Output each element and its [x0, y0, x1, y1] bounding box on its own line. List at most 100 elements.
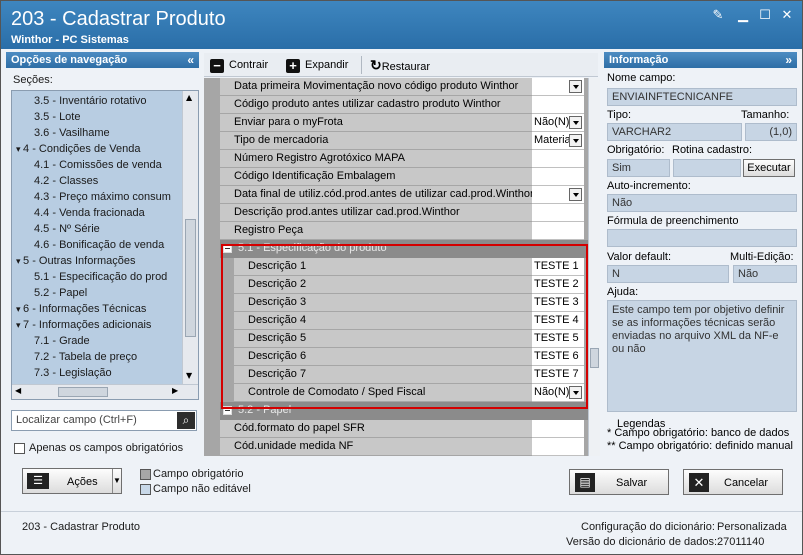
- grid-row: Data final de utiliz.cód.prod.antes de u…: [204, 186, 588, 204]
- save-label: Salvar: [616, 477, 648, 489]
- grid-row-value[interactable]: [532, 78, 584, 96]
- grid-row-value[interactable]: [532, 186, 584, 204]
- scroll-right-icon[interactable]: ▶: [172, 386, 178, 395]
- nav-tree-item[interactable]: ▾ 4 - Condições de Venda: [16, 143, 140, 155]
- nav-tree-item[interactable]: 4.5 - Nº Série: [34, 223, 100, 235]
- main-window: 203 - Cadastrar Produto Winthor - PC Sis…: [0, 0, 803, 555]
- nav-horizontal-scrollbar[interactable]: ◀ ▶: [12, 384, 198, 399]
- search-icon[interactable]: ⌕: [177, 412, 195, 429]
- nav-tree-item-label: 4 - Condições de Venda: [23, 143, 141, 155]
- restore-button[interactable]: ↻Restaurar: [370, 56, 430, 74]
- collapse-left-icon[interactable]: «: [187, 52, 194, 68]
- dropdown-arrow-icon[interactable]: [569, 116, 582, 129]
- execute-button[interactable]: Executar: [743, 159, 795, 177]
- grid-row-value[interactable]: [532, 222, 584, 240]
- nav-tree-item[interactable]: 4.4 - Venda fracionada: [34, 207, 145, 219]
- size-label: Tamanho:: [741, 109, 790, 121]
- grid-scrollbar[interactable]: [588, 78, 600, 456]
- info-panel-header: Informação »: [604, 52, 797, 68]
- expand-node-icon[interactable]: ▾: [16, 320, 23, 330]
- grid-row-label: Descrição prod.antes utilizar cad.prod.W…: [220, 204, 532, 222]
- scroll-up-icon[interactable]: ▲: [186, 93, 192, 102]
- search-field[interactable]: Localizar campo (Ctrl+F) ⌕: [11, 410, 197, 431]
- nav-vertical-scrollbar[interactable]: ▲ ▼: [182, 91, 198, 385]
- noedit-legend-label: Campo não editável: [153, 483, 251, 495]
- help-label: Ajuda:: [607, 286, 639, 298]
- expand-node-icon[interactable]: ▾: [16, 144, 23, 154]
- dropdown-arrow-icon[interactable]: [569, 134, 582, 147]
- dropdown-arrow-icon[interactable]: [569, 188, 582, 201]
- autoinc-value: Não: [607, 194, 797, 212]
- cancel-icon: ✕: [689, 473, 709, 492]
- grid-row-value[interactable]: [532, 150, 584, 168]
- nav-tree-item-label: 4.2 - Classes: [34, 175, 99, 187]
- nav-tree-item[interactable]: 7.1 - Grade: [34, 335, 90, 347]
- nav-tree-item[interactable]: 7.3 - Legislação: [34, 367, 112, 379]
- actions-dropdown-icon[interactable]: ▼: [112, 469, 121, 493]
- expand-node-icon[interactable]: ▾: [16, 256, 23, 266]
- grid-row: Data primeira Movimentação novo código p…: [204, 78, 588, 96]
- grid-row-value[interactable]: [532, 168, 584, 186]
- close-button[interactable]: ✕: [780, 9, 794, 23]
- minimize-button[interactable]: ▁: [736, 9, 750, 23]
- noedit-legend-swatch: [140, 484, 151, 495]
- nav-tree-item[interactable]: 3.5 - Inventário rotativo: [34, 95, 147, 107]
- only-required-checkbox[interactable]: [14, 443, 25, 454]
- expand-node-icon[interactable]: ▾: [16, 304, 23, 314]
- multi-edit-label: Multi-Edição:: [730, 251, 794, 263]
- nav-tree-item[interactable]: 4.3 - Preço máximo consum: [34, 191, 171, 203]
- search-input[interactable]: Localizar campo (Ctrl+F): [16, 414, 137, 426]
- nav-tree-item[interactable]: 4.2 - Classes: [34, 175, 98, 187]
- type-label: Tipo:: [607, 109, 632, 121]
- nav-tree-item[interactable]: 5.2 - Papel: [34, 287, 87, 299]
- grid-row-value[interactable]: Não(N): [532, 114, 584, 132]
- grid-row-value[interactable]: Materia: [532, 132, 584, 150]
- grid-row-value[interactable]: [532, 96, 584, 114]
- expand-label: Expandir: [305, 59, 349, 71]
- plus-icon: +: [286, 59, 300, 73]
- collapse-right-icon[interactable]: »: [785, 52, 792, 68]
- nav-tree-item[interactable]: 4.6 - Bonificação de venda: [34, 239, 164, 251]
- edit-window-icon[interactable]: ✎: [711, 9, 725, 23]
- field-name-label: Nome campo:: [607, 72, 676, 84]
- legend-required-manual: ** Campo obrigatório: definido manual: [607, 440, 793, 452]
- grid-scroll-thumb[interactable]: [590, 348, 599, 368]
- nav-tree-item-label: 3.6 - Vasilhame: [34, 127, 110, 139]
- nav-hscroll-thumb[interactable]: [58, 387, 108, 397]
- nav-tree-item-label: 4.1 - Comissões de venda: [34, 159, 162, 171]
- window-subtitle: Winthor - PC Sistemas: [11, 34, 129, 46]
- nav-tree-item[interactable]: 3.5 - Lote: [34, 111, 80, 123]
- nav-tree-item[interactable]: 7.2 - Tabela de preço: [34, 351, 137, 363]
- grid-row: Descrição prod.antes utilizar cad.prod.W…: [204, 204, 588, 222]
- nav-tree-item[interactable]: ▾ 7 - Informações adicionais: [16, 319, 151, 331]
- formula-value: [607, 229, 797, 247]
- nav-tree-item[interactable]: 3.6 - Vasilhame: [34, 127, 110, 139]
- routine-value: [673, 159, 741, 177]
- scroll-down-icon[interactable]: ▼: [186, 371, 192, 380]
- nav-tree-item[interactable]: ▾ 5 - Outras Informações: [16, 255, 136, 267]
- expand-button[interactable]: + Expandir: [286, 56, 348, 74]
- nav-tree-item[interactable]: ▾ 6 - Informações Técnicas: [16, 303, 146, 315]
- grid-row: Cód.unidade medida NF: [204, 438, 588, 456]
- grid-row-value[interactable]: [532, 420, 584, 438]
- nav-tree-item[interactable]: 5.1 - Especificação do prod: [34, 271, 167, 283]
- grid-row-value[interactable]: [532, 204, 584, 222]
- nav-tree-item[interactable]: 4.1 - Comissões de venda: [34, 159, 162, 171]
- nav-scroll-thumb[interactable]: [185, 219, 196, 337]
- cancel-button[interactable]: ✕ Cancelar: [683, 469, 783, 495]
- maximize-button[interactable]: ☐: [758, 9, 772, 23]
- scroll-left-icon[interactable]: ◀: [15, 386, 21, 395]
- grid-toolbar: − Contrair + Expandir ↻Restaurar: [204, 53, 598, 77]
- actions-button[interactable]: ☰ Ações ▼: [22, 468, 122, 494]
- grid-row-value[interactable]: [532, 438, 584, 456]
- cancel-label: Cancelar: [724, 477, 769, 489]
- default-label: Valor default:: [607, 251, 672, 263]
- save-button[interactable]: ▤ Salvar: [569, 469, 669, 495]
- grid-row: Registro Peça: [204, 222, 588, 240]
- dropdown-arrow-icon[interactable]: [569, 80, 582, 93]
- nav-tree-item-label: 5 - Outras Informações: [23, 255, 136, 267]
- collapse-button[interactable]: − Contrair: [210, 56, 268, 74]
- window-title: 203 - Cadastrar Produto: [11, 8, 226, 30]
- nav-tree-item-label: 7 - Informações adicionais: [23, 319, 152, 331]
- collapse-label: Contrair: [229, 59, 269, 71]
